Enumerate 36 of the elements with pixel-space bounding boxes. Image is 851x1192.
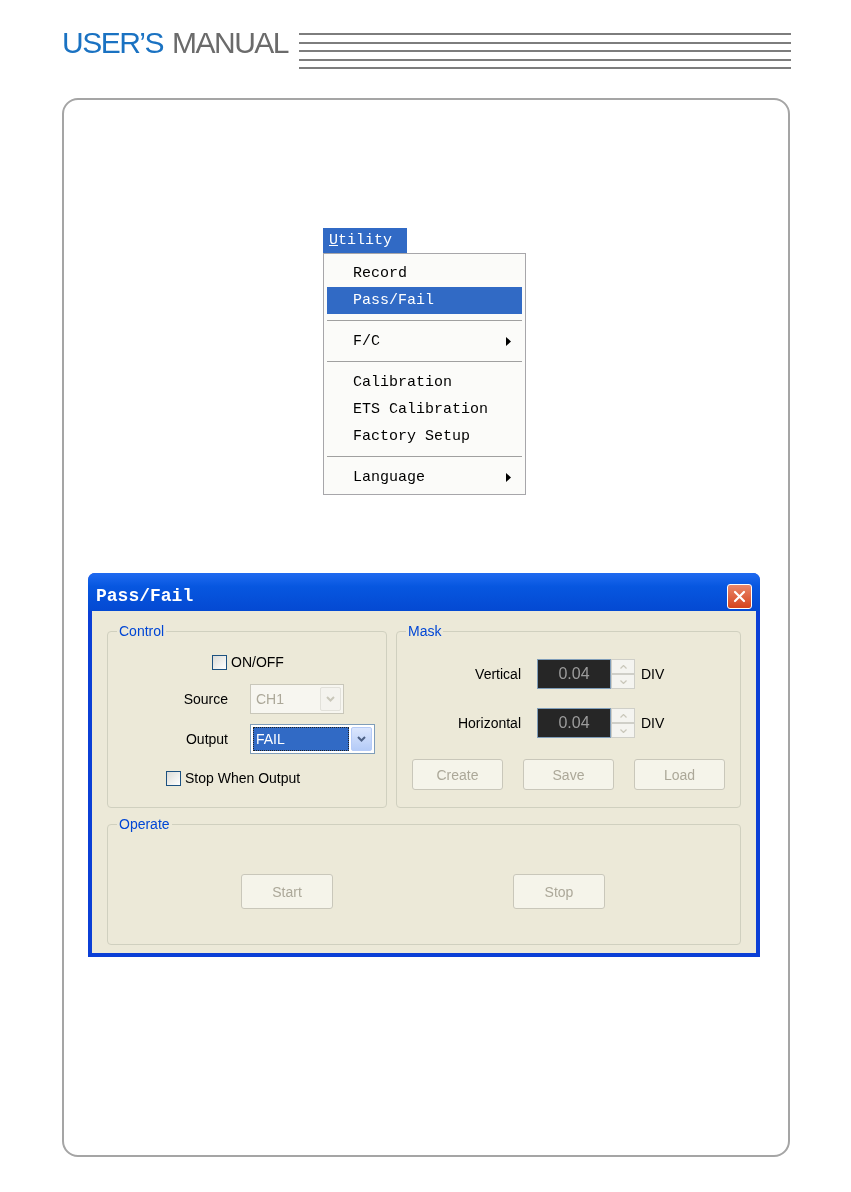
group-title: Operate bbox=[117, 816, 172, 832]
unit-label: DIV bbox=[641, 715, 665, 731]
unit-label: DIV bbox=[641, 666, 665, 682]
caret-right-icon bbox=[506, 337, 511, 346]
checkbox-label[interactable]: Stop When Output bbox=[185, 770, 301, 786]
field-label: Source bbox=[182, 691, 228, 707]
caret-right-icon bbox=[506, 473, 511, 482]
chevron-down-icon bbox=[357, 736, 366, 742]
menu-item[interactable]: Record bbox=[327, 260, 522, 287]
menu-item[interactable]: Calibration bbox=[327, 369, 522, 396]
menu-item[interactable]: Factory Setup bbox=[327, 423, 522, 450]
field-label: Output bbox=[184, 731, 228, 747]
dropdown-field[interactable]: FAIL bbox=[250, 724, 375, 754]
manual-title-word: USER’S bbox=[62, 28, 164, 58]
field-label: Vertical bbox=[474, 666, 521, 682]
manual-title-word: MANUAL bbox=[172, 28, 289, 58]
menu-item[interactable]: Language bbox=[327, 464, 522, 491]
window-title: Pass/Fail bbox=[96, 586, 194, 606]
chevron-down-icon bbox=[619, 679, 627, 684]
checkbox[interactable] bbox=[212, 654, 227, 670]
chevron-up-icon bbox=[619, 713, 627, 718]
close-button[interactable] bbox=[727, 583, 752, 609]
checkbox-label[interactable]: ON/OFF bbox=[231, 654, 284, 670]
menu-item[interactable]: F/C bbox=[327, 328, 522, 355]
close-icon bbox=[733, 589, 746, 603]
dropdown-button[interactable] bbox=[351, 727, 372, 751]
menu-title[interactable]: Utility bbox=[323, 228, 407, 253]
chevron-up-icon bbox=[619, 664, 627, 669]
menu-item[interactable]: ETS Calibration bbox=[327, 396, 522, 423]
checkbox[interactable] bbox=[166, 770, 181, 786]
menu-item[interactable]: Pass/Fail bbox=[327, 287, 522, 314]
chevron-down-icon bbox=[326, 696, 335, 702]
group-title: Mask bbox=[406, 623, 444, 639]
field-label: Horizontal bbox=[456, 715, 521, 731]
group-title: Control bbox=[117, 623, 167, 639]
chevron-down-icon bbox=[619, 728, 627, 733]
